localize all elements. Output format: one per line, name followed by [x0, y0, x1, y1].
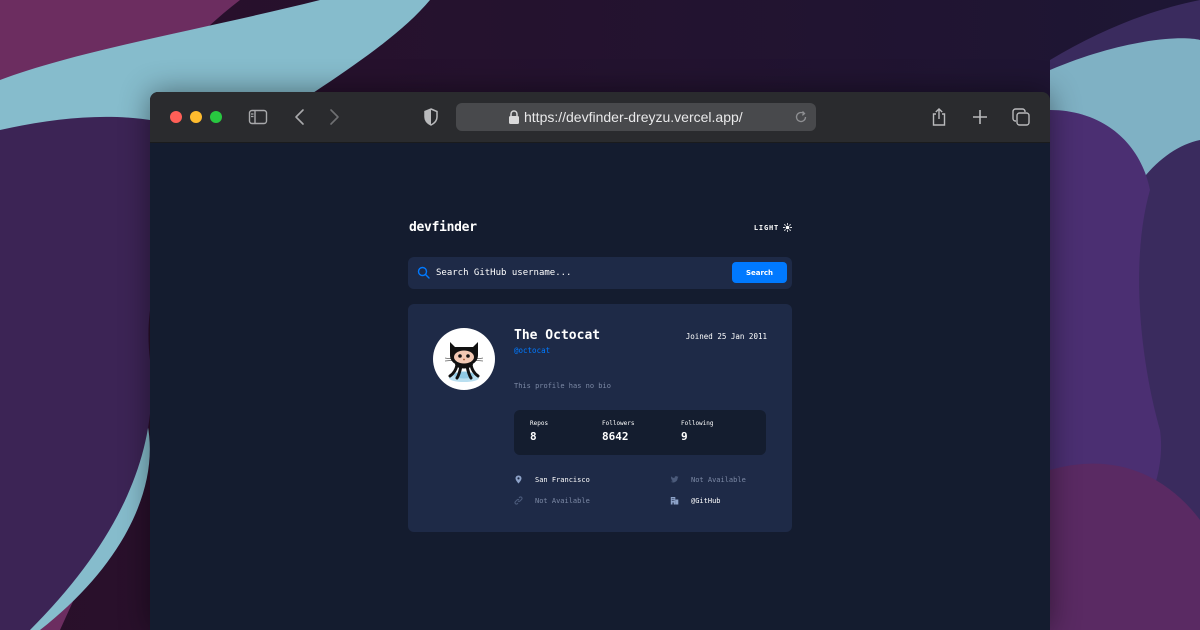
tabs-icon[interactable]: [1011, 107, 1031, 127]
shield-icon[interactable]: [421, 107, 441, 127]
twitter-info: Not Available: [670, 475, 746, 484]
joined-date: Joined 25 Jan 2011: [685, 332, 767, 341]
stats-panel: Repos 8 Followers 8642 Following 9: [514, 410, 766, 455]
profile-card: The Octocat Joined 25 Jan 2011 @octocat …: [408, 304, 792, 532]
browser-toolbar: https://devfinder-dreyzu.vercel.app/: [150, 92, 1050, 143]
profile-login[interactable]: @octocat: [514, 346, 550, 355]
profile-bio: This profile has no bio: [514, 382, 611, 390]
lock-icon: [509, 110, 519, 124]
plus-icon[interactable]: [970, 107, 990, 127]
search-icon: [417, 266, 430, 279]
close-window-button[interactable]: [170, 111, 182, 123]
search-input[interactable]: [436, 263, 726, 283]
location-icon: [515, 475, 522, 484]
stat-followers-label: Followers: [602, 420, 635, 427]
share-icon[interactable]: [929, 107, 949, 127]
search-bar: Search: [408, 257, 792, 289]
minimize-window-button[interactable]: [190, 111, 202, 123]
company-icon: [670, 497, 679, 505]
link-icon: [514, 496, 523, 505]
company-text: @GitHub: [691, 496, 721, 505]
twitter-text: Not Available: [691, 475, 746, 484]
profile-name: The Octocat: [514, 328, 601, 343]
zoom-window-button[interactable]: [210, 111, 222, 123]
forward-icon[interactable]: [324, 107, 344, 127]
stat-followers: Followers 8642: [602, 420, 635, 443]
stat-repos: Repos 8: [530, 420, 548, 443]
octocat-image: [444, 342, 484, 382]
stat-followers-value: 8642: [602, 430, 629, 443]
blog-info: Not Available: [514, 496, 590, 505]
company-info: @GitHub: [670, 496, 721, 505]
theme-toggle-label: LIGHT: [753, 223, 779, 232]
browser-window: https://devfinder-dreyzu.vercel.app/ dev…: [150, 92, 1050, 630]
reload-icon[interactable]: [794, 110, 808, 124]
url-text: https://devfinder-dreyzu.vercel.app/: [524, 109, 743, 125]
blog-text[interactable]: Not Available: [535, 497, 590, 505]
stat-repos-label: Repos: [530, 420, 549, 427]
location-info: San Francisco: [514, 475, 590, 484]
address-bar[interactable]: https://devfinder-dreyzu.vercel.app/: [456, 103, 816, 131]
sidebar-icon[interactable]: [248, 107, 268, 127]
app-logo: devfinder: [409, 220, 477, 235]
stat-following-value: 9: [681, 430, 688, 443]
theme-toggle[interactable]: LIGHT: [754, 223, 792, 232]
location-text: San Francisco: [535, 475, 590, 484]
back-icon[interactable]: [290, 107, 310, 127]
avatar: [433, 328, 495, 390]
stat-following-label: Following: [681, 420, 714, 427]
twitter-icon: [670, 476, 679, 483]
search-button[interactable]: Search: [732, 262, 787, 283]
stat-repos-value: 8: [530, 430, 537, 443]
sun-icon: [783, 223, 792, 232]
stat-following: Following 9: [681, 420, 714, 443]
